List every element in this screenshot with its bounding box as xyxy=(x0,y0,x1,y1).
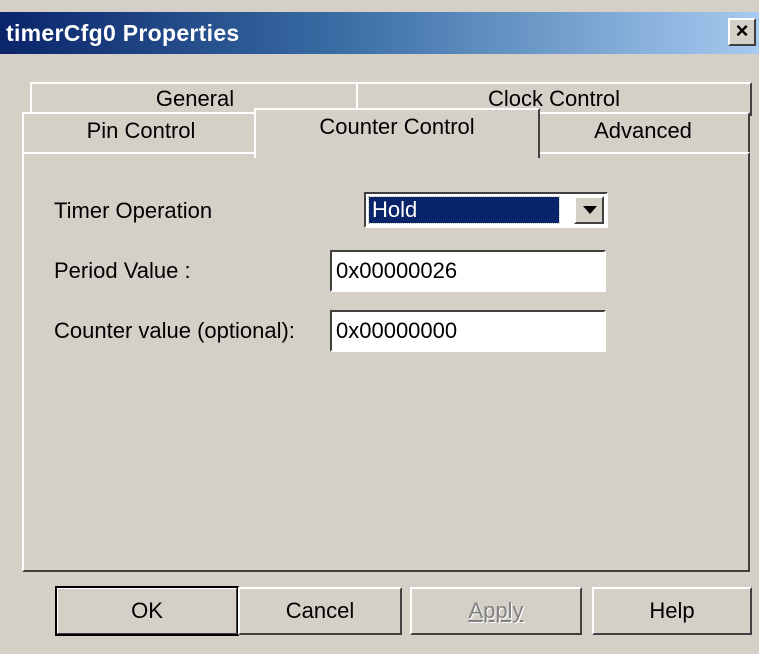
tab-general-label: General xyxy=(155,86,235,111)
tab-counter-control[interactable]: Counter Control xyxy=(254,108,540,158)
cancel-button[interactable]: Cancel xyxy=(238,587,402,635)
chevron-down-icon[interactable] xyxy=(574,196,604,224)
properties-dialog: timerCfg0 Properties × General Clock Con… xyxy=(0,0,759,654)
cancel-button-label: Cancel xyxy=(285,598,355,623)
tab-advanced[interactable]: Advanced xyxy=(536,112,750,152)
counter-control-panel: Timer Operation Hold Period Value : Coun… xyxy=(22,152,750,572)
ok-button[interactable]: OK xyxy=(55,586,239,636)
tab-counter-control-label: Counter Control xyxy=(319,114,475,139)
tab-advanced-label: Advanced xyxy=(594,118,692,143)
apply-button-label: Apply xyxy=(468,598,524,623)
apply-button[interactable]: Apply xyxy=(410,587,582,635)
close-button[interactable]: × xyxy=(728,18,756,46)
help-button-label: Help xyxy=(649,598,695,623)
timer-operation-select[interactable]: Hold xyxy=(364,192,608,228)
counter-value-label: Counter value (optional): xyxy=(54,318,295,343)
tab-pin-control-label: Pin Control xyxy=(86,118,196,143)
period-value-label: Period Value : xyxy=(54,258,191,283)
help-button[interactable]: Help xyxy=(592,587,752,635)
counter-value-input[interactable] xyxy=(330,310,606,352)
close-icon: × xyxy=(735,18,749,43)
window-title: timerCfg0 Properties xyxy=(6,20,240,46)
tab-pin-control[interactable]: Pin Control xyxy=(22,112,260,152)
timer-operation-label: Timer Operation xyxy=(54,198,213,223)
title-bar[interactable]: timerCfg0 Properties × xyxy=(0,12,759,54)
ok-button-label: OK xyxy=(131,598,163,623)
timer-operation-value: Hold xyxy=(368,196,560,224)
period-value-input[interactable] xyxy=(330,250,606,292)
